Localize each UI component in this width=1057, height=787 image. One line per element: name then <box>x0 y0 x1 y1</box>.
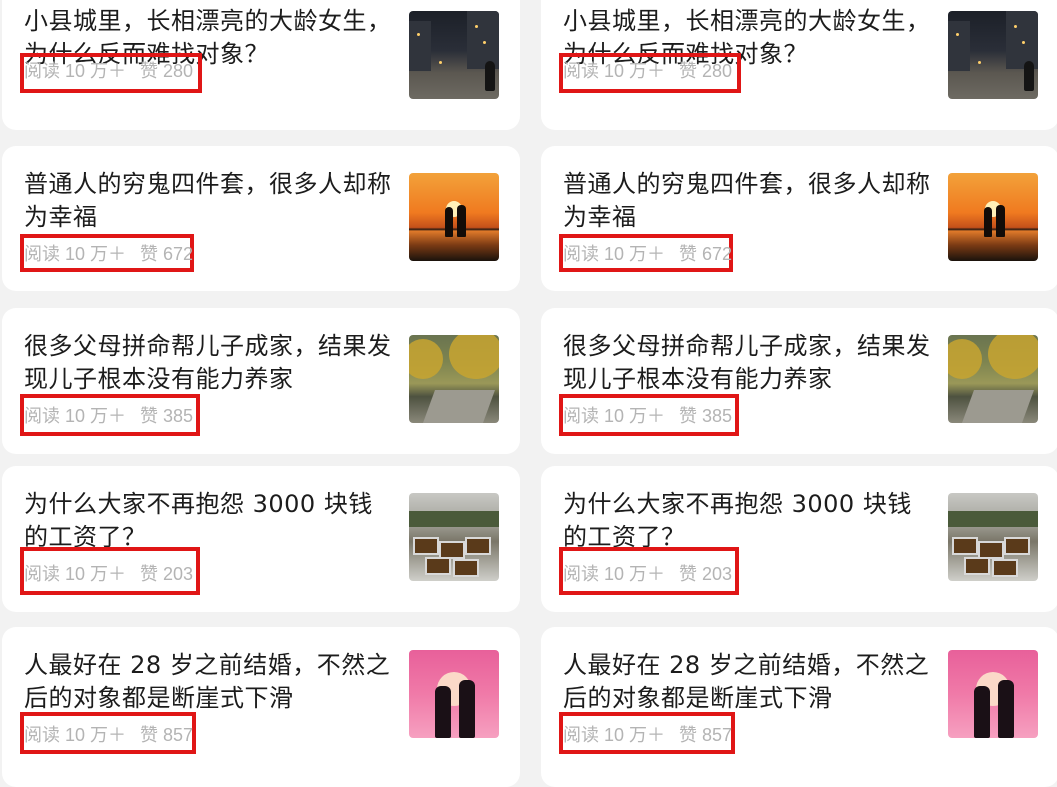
article-title[interactable]: 人最好在 28 岁之前结婚，不然之后的对象都是断崖式下滑 <box>563 649 933 715</box>
sunset-couple-photo-icon[interactable] <box>409 173 499 261</box>
like-count: 赞 385 <box>679 406 733 426</box>
read-count: 阅读 10 万＋ <box>24 564 127 584</box>
article-card[interactable]: 很多父母拼命帮儿子成家，结果发现儿子根本没有能力养家 阅读 10 万＋ 赞 385 <box>541 308 1057 454</box>
like-count: 赞 203 <box>140 564 194 584</box>
like-count: 赞 672 <box>679 244 733 264</box>
food-stall-photo-icon[interactable] <box>409 493 499 581</box>
article-title[interactable]: 人最好在 28 岁之前结婚，不然之后的对象都是断崖式下滑 <box>24 649 394 715</box>
article-card[interactable]: 小县城里，长相漂亮的大龄女生，为什么反而难找对象？ 阅读 10 万＋赞 280 <box>541 0 1057 130</box>
tree-street-photo-icon[interactable] <box>409 335 499 423</box>
article-stats: 阅读 10 万＋ 赞 672 <box>24 242 193 266</box>
read-count: 阅读 10 万＋ <box>24 61 127 81</box>
article-title[interactable]: 很多父母拼命帮儿子成家，结果发现儿子根本没有能力养家 <box>563 330 933 396</box>
article-stats: 阅读 10 万＋ 赞 385 <box>24 404 193 428</box>
pink-couple-illustration-icon[interactable] <box>948 650 1038 738</box>
read-count: 阅读 10 万＋ <box>563 244 666 264</box>
article-card[interactable]: 普通人的穷鬼四件套，很多人却称为幸福 阅读 10 万＋ 赞 672 <box>541 146 1057 291</box>
like-count: 赞 857 <box>140 725 194 745</box>
read-count: 阅读 10 万＋ <box>563 564 666 584</box>
article-list-right: 小县城里，长相漂亮的大龄女生，为什么反而难找对象？ 阅读 10 万＋赞 280 … <box>541 0 1057 787</box>
article-card[interactable]: 小县城里，长相漂亮的大龄女生，为什么反而难找对象？ 阅读 10 万＋赞 280 <box>2 0 520 130</box>
article-title[interactable]: 为什么大家不再抱怨 3000 块钱的工资了？ <box>563 488 933 554</box>
article-card[interactable]: 很多父母拼命帮儿子成家，结果发现儿子根本没有能力养家 阅读 10 万＋ 赞 385 <box>2 308 520 454</box>
article-stats: 阅读 10 万＋ 赞 672 <box>563 242 732 266</box>
article-list-left: 小县城里，长相漂亮的大龄女生，为什么反而难找对象？ 阅读 10 万＋赞 280 … <box>2 0 520 787</box>
like-count: 赞 385 <box>140 406 194 426</box>
pink-couple-illustration-icon[interactable] <box>409 650 499 738</box>
article-card[interactable]: 为什么大家不再抱怨 3000 块钱的工资了？ 阅读 10 万＋ 赞 203 <box>541 466 1057 612</box>
like-count: 赞 857 <box>679 725 733 745</box>
like-count: 赞 280 <box>679 61 733 81</box>
article-stats: 阅读 10 万＋ 赞 385 <box>563 404 732 428</box>
article-title[interactable]: 很多父母拼命帮儿子成家，结果发现儿子根本没有能力养家 <box>24 330 394 396</box>
article-card[interactable]: 人最好在 28 岁之前结婚，不然之后的对象都是断崖式下滑 阅读 10 万＋ 赞 8… <box>541 627 1057 787</box>
article-title[interactable]: 为什么大家不再抱怨 3000 块钱的工资了？ <box>24 488 394 554</box>
night-street-photo-icon[interactable] <box>948 11 1038 99</box>
article-stats: 阅读 10 万＋ 赞 203 <box>563 562 732 586</box>
like-count: 赞 203 <box>679 564 733 584</box>
night-street-photo-icon[interactable] <box>409 11 499 99</box>
sunset-couple-photo-icon[interactable] <box>948 173 1038 261</box>
food-stall-photo-icon[interactable] <box>948 493 1038 581</box>
read-count: 阅读 10 万＋ <box>563 725 666 745</box>
like-count: 赞 280 <box>140 61 194 81</box>
article-card[interactable]: 人最好在 28 岁之前结婚，不然之后的对象都是断崖式下滑 阅读 10 万＋ 赞 8… <box>2 627 520 787</box>
article-title[interactable]: 普通人的穷鬼四件套，很多人却称为幸福 <box>24 168 394 234</box>
article-title[interactable]: 普通人的穷鬼四件套，很多人却称为幸福 <box>563 168 933 234</box>
read-count: 阅读 10 万＋ <box>24 725 127 745</box>
read-count: 阅读 10 万＋ <box>24 406 127 426</box>
article-card[interactable]: 普通人的穷鬼四件套，很多人却称为幸福 阅读 10 万＋ 赞 672 <box>2 146 520 291</box>
article-stats: 阅读 10 万＋ 赞 280 <box>24 59 193 83</box>
read-count: 阅读 10 万＋ <box>563 406 666 426</box>
article-stats: 阅读 10 万＋ 赞 857 <box>563 723 732 747</box>
tree-street-photo-icon[interactable] <box>948 335 1038 423</box>
article-stats: 阅读 10 万＋ 赞 857 <box>24 723 193 747</box>
read-count: 阅读 10 万＋ <box>563 61 666 81</box>
read-count: 阅读 10 万＋ <box>24 244 127 264</box>
like-count: 赞 672 <box>140 244 194 264</box>
article-card[interactable]: 为什么大家不再抱怨 3000 块钱的工资了？ 阅读 10 万＋ 赞 203 <box>2 466 520 612</box>
article-stats: 阅读 10 万＋ 赞 280 <box>563 59 732 83</box>
article-stats: 阅读 10 万＋ 赞 203 <box>24 562 193 586</box>
